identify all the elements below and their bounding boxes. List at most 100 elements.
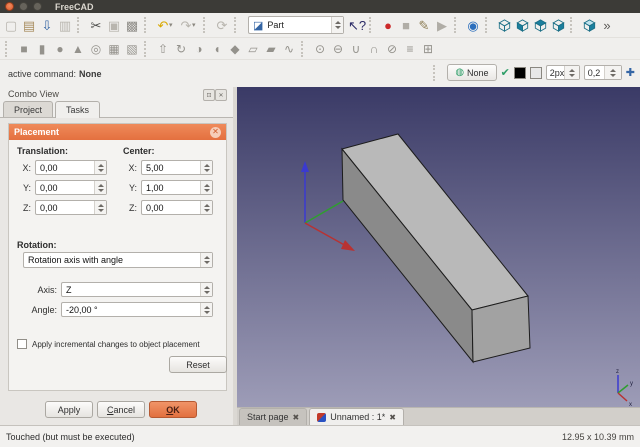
3d-viewport[interactable]: z y x [237, 87, 640, 407]
toolbar-grip[interactable] [77, 17, 84, 33]
line-color-swatch[interactable] [514, 67, 526, 79]
toolbar-grip[interactable] [203, 17, 210, 33]
toolbar-grip[interactable] [234, 17, 241, 33]
toolbar-overflow-button[interactable]: » [598, 15, 616, 35]
reset-button[interactable]: Reset [169, 356, 227, 373]
workbench-selector[interactable]: ◪Part [248, 16, 344, 34]
toolbar-grip[interactable] [433, 65, 440, 81]
print-button[interactable]: ▥ [56, 15, 74, 35]
dropdown-arrows[interactable] [200, 283, 212, 296]
translation-y-input[interactable]: 0,00 [35, 180, 107, 195]
cancel-button[interactable]: Cancel [97, 401, 145, 418]
part-cone-button[interactable]: ▲ [69, 40, 87, 58]
face-color-swatch[interactable] [530, 67, 542, 79]
spin-arrows[interactable] [200, 303, 212, 316]
spin-arrows[interactable] [94, 161, 106, 174]
text-size-spinner[interactable]: 0,2 [584, 65, 622, 80]
part-cut-button[interactable]: ⊖ [329, 40, 347, 58]
part-ruled-surface-button[interactable]: ▱ [244, 40, 262, 58]
macro-record-button[interactable]: ● [379, 15, 397, 35]
part-loft-button[interactable]: ▰ [262, 40, 280, 58]
part-extrude-button[interactable]: ⇧ [154, 40, 172, 58]
incremental-checkbox[interactable] [17, 339, 27, 349]
panel-float-icon[interactable]: ⊡ [203, 89, 215, 101]
cut-button[interactable]: ✂ [87, 15, 105, 35]
tab-close-icon[interactable]: ✖ [293, 413, 300, 422]
part-mirror-button[interactable]: ◑ [190, 40, 208, 58]
spin-arrows[interactable] [564, 66, 578, 79]
refresh-button[interactable]: ⟳ [213, 15, 231, 35]
spin-arrows[interactable] [200, 181, 212, 194]
part-compound-button[interactable]: ⊞ [419, 40, 437, 58]
autogroup-button[interactable]: ◍ None [447, 64, 496, 81]
copy-button[interactable]: ▣ [105, 15, 123, 35]
line-width-spinner[interactable]: 2px [546, 65, 580, 80]
window-minimize-button[interactable] [19, 2, 28, 11]
part-boolean-button[interactable]: ⊙ [311, 40, 329, 58]
spin-arrows[interactable] [604, 66, 621, 79]
angle-input[interactable]: -20,00 ° [61, 302, 213, 317]
spin-arrows[interactable] [200, 161, 212, 174]
translation-z-input[interactable]: 0,00 [35, 200, 107, 215]
part-chamfer-button[interactable]: ◆ [226, 40, 244, 58]
part-cylinder-button[interactable]: ▮ [33, 40, 51, 58]
part-fillet-button[interactable]: ◖ [208, 40, 226, 58]
part-section-button[interactable]: ⊘ [383, 40, 401, 58]
view-axonometric-button[interactable] [495, 15, 513, 35]
tab-unnamed-document[interactable]: Unnamed : 1* ✖ [309, 408, 404, 425]
part-shape-builder-button[interactable]: ▧ [123, 40, 141, 58]
toolbar-grip[interactable] [570, 17, 577, 33]
spin-arrows[interactable] [200, 201, 212, 214]
view-right-button[interactable] [549, 15, 567, 35]
new-file-button[interactable]: ▢ [2, 15, 20, 35]
window-close-button[interactable] [5, 2, 14, 11]
tab-start-page[interactable]: Start page ✖ [239, 408, 307, 425]
toolbar-grip[interactable] [144, 17, 151, 33]
part-revolve-button[interactable]: ↻ [172, 40, 190, 58]
ok-button[interactable]: OK [149, 401, 197, 418]
part-intersection-button[interactable]: ∩ [365, 40, 383, 58]
toolbar-grip[interactable] [369, 17, 376, 33]
toolbar-grip[interactable] [301, 41, 308, 57]
whats-this-button[interactable]: ↖? [348, 15, 366, 35]
macro-stop-button[interactable]: ■ [397, 15, 415, 35]
center-x-input[interactable]: 5,00 [141, 160, 213, 175]
tab-tasks[interactable]: Tasks [55, 101, 100, 118]
apply-button[interactable]: Apply [45, 401, 93, 418]
part-union-button[interactable]: ∪ [347, 40, 365, 58]
macro-play-button[interactable]: ▶ [433, 15, 451, 35]
rotation-mode-select[interactable]: Rotation axis with angle [23, 252, 213, 268]
toolbar-grip[interactable] [485, 17, 492, 33]
axis-select[interactable]: Z [61, 282, 213, 297]
part-sphere-button[interactable]: ● [51, 40, 69, 58]
macro-edit-button[interactable]: ✎ [415, 15, 433, 35]
dropdown-arrows[interactable] [331, 17, 343, 33]
part-torus-button[interactable]: ◎ [87, 40, 105, 58]
center-z-input[interactable]: 0,00 [141, 200, 213, 215]
center-y-input[interactable]: 1,00 [141, 180, 213, 195]
dropdown-arrows[interactable] [200, 253, 212, 267]
part-cross-sections-button[interactable]: ≡ [401, 40, 419, 58]
panel-close-icon[interactable]: ✕ [215, 89, 227, 101]
save-button[interactable]: ⇩ [38, 15, 56, 35]
spin-arrows[interactable] [94, 201, 106, 214]
paste-button[interactable]: ▩ [123, 15, 141, 35]
toolbar-grip[interactable] [144, 41, 151, 57]
window-maximize-button[interactable] [33, 2, 42, 11]
spin-arrows[interactable] [94, 181, 106, 194]
view-front-button[interactable] [513, 15, 531, 35]
part-primitives-button[interactable]: ▦ [105, 40, 123, 58]
part-box-button[interactable]: ■ [15, 40, 33, 58]
apply-style-icon[interactable]: ✔ [501, 66, 510, 79]
redo-dropdown-arrow[interactable]: ▾ [192, 21, 200, 29]
toolbar-grip[interactable] [454, 17, 461, 33]
placement-close-icon[interactable]: ✕ [210, 127, 221, 138]
translation-x-input[interactable]: 0,00 [35, 160, 107, 175]
toolbar-grip[interactable] [5, 41, 12, 57]
view-fit-all-button[interactable]: ◉ [464, 15, 482, 35]
open-file-button[interactable]: ▤ [20, 15, 38, 35]
tab-close-icon[interactable]: ✖ [389, 413, 396, 422]
construction-mode-icon[interactable]: ✚ [626, 66, 635, 79]
tab-project[interactable]: Project [3, 101, 53, 118]
part-sweep-button[interactable]: ∿ [280, 40, 298, 58]
